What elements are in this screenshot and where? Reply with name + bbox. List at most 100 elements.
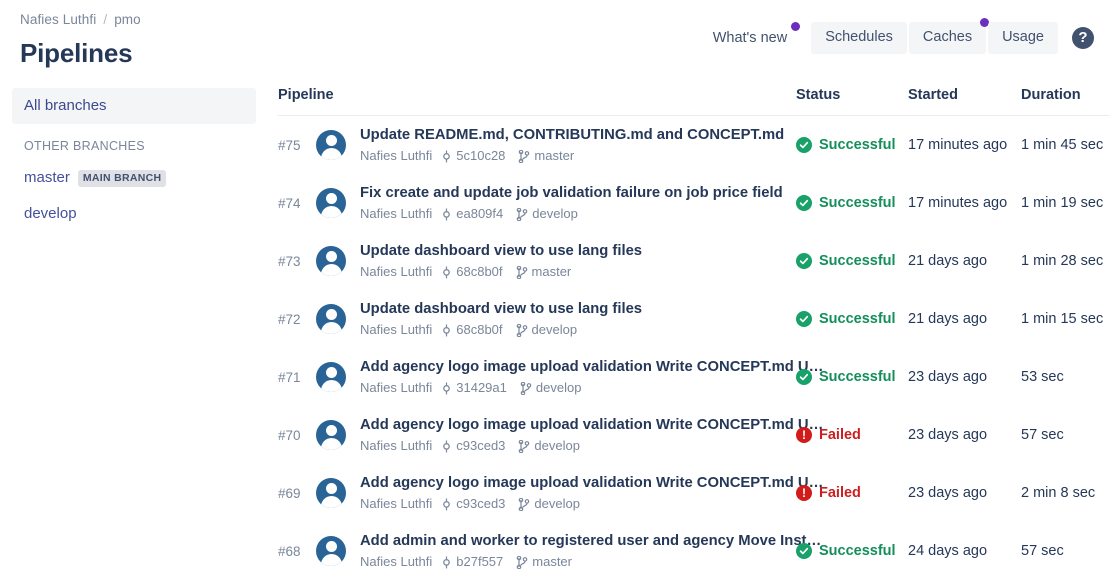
pipeline-title[interactable]: Fix create and update job validation fai… [360, 185, 783, 201]
branch-sidebar: All branches OTHER BRANCHES master MAIN … [0, 76, 256, 573]
pipeline-title[interactable]: Add agency logo image upload validation … [360, 475, 823, 491]
whats-new-link[interactable]: What's new [711, 22, 801, 50]
table-row[interactable]: #69 Add agency logo image upload validati… [278, 464, 1110, 522]
duration-cell: 1 min 15 sec [1021, 310, 1104, 327]
duration-cell: 57 sec [1021, 542, 1064, 559]
sidebar-item-all-branches[interactable]: All branches [12, 88, 256, 124]
started-cell: 24 days ago [908, 542, 988, 559]
status-badge: Successful [819, 369, 896, 385]
branch-icon [518, 497, 534, 511]
branch-name: develop [534, 496, 580, 511]
commit-hash: 5c10c28 [456, 148, 506, 163]
branch-icon [520, 381, 536, 395]
branch-name: master [531, 264, 572, 279]
branch-name: develop [531, 322, 578, 337]
status-badge: Successful [819, 137, 896, 153]
pipeline-run-id: #75 [278, 137, 301, 153]
started-cell: 23 days ago [908, 426, 988, 443]
commit-hash: c93ced3 [456, 438, 506, 453]
commit-link[interactable]: ea809f4 [441, 206, 503, 222]
sidebar-item-master[interactable]: master MAIN BRANCH [12, 160, 256, 196]
branch-name: master [534, 148, 575, 163]
main-branch-badge: MAIN BRANCH [77, 169, 167, 187]
branch-link[interactable]: develop [520, 380, 582, 396]
table-row[interactable]: #72 Update dashboard view to use lang fil… [278, 290, 1110, 348]
commit-link[interactable]: c93ced3 [441, 496, 505, 512]
pipeline-cell: #70 Add agency logo image upload validati… [278, 406, 823, 464]
started-cell: 21 days ago [908, 252, 988, 269]
duration-cell: 1 min 28 sec [1021, 252, 1104, 269]
pipeline-run-id: #72 [278, 311, 301, 327]
commit-link[interactable]: c93ced3 [441, 438, 505, 454]
avatar [316, 304, 346, 334]
whats-new-label: What's new [712, 30, 788, 46]
branch-name: develop [535, 380, 582, 395]
status-success-icon [796, 543, 812, 559]
status-success-icon [796, 253, 812, 269]
commit-link[interactable]: 5c10c28 [441, 148, 505, 164]
pipeline-title[interactable]: Add agency logo image upload validation … [360, 417, 823, 433]
table-row[interactable]: #71 Add agency logo image upload validati… [278, 348, 1110, 406]
caches-button[interactable]: Caches [908, 18, 990, 54]
commit-link[interactable]: 68c8b0f [441, 322, 503, 338]
pipeline-title[interactable]: Update README.md, CONTRIBUTING.md and CO… [360, 127, 784, 143]
column-header-started: Started [908, 76, 1021, 116]
status-failed-icon: ! [796, 485, 812, 501]
started-cell: 21 days ago [908, 310, 988, 327]
branch-icon [518, 149, 534, 163]
branch-link[interactable]: develop [516, 206, 578, 222]
status-cell: Successful [796, 174, 908, 232]
commit-link[interactable]: 68c8b0f [441, 264, 503, 280]
pipeline-cell: #74 Fix create and update job validation … [278, 174, 796, 232]
pipeline-run-id: #74 [278, 195, 301, 211]
sidebar-item-develop[interactable]: develop [12, 196, 256, 232]
commit-hash: 68c8b0f [456, 322, 503, 337]
status-badge: Failed [819, 427, 861, 443]
page-header: Nafies Luthfi / pmo Pipelines What's new S… [0, 0, 1110, 76]
commit-hash: ea809f4 [456, 206, 504, 221]
notification-dot-icon [791, 22, 801, 31]
branch-link[interactable]: develop [516, 322, 578, 338]
branch-link[interactable]: master [516, 554, 572, 570]
duration-cell: 57 sec [1021, 426, 1064, 443]
branch-link[interactable]: master [518, 148, 574, 164]
table-row[interactable]: #74 Fix create and update job validation … [278, 174, 1110, 232]
pipeline-title[interactable]: Update dashboard view to use lang files [360, 301, 642, 317]
table-row[interactable]: #68 Add admin and worker to registered us… [278, 522, 1110, 573]
branch-link[interactable]: develop [518, 496, 580, 512]
avatar [316, 246, 346, 276]
status-badge: Successful [819, 253, 896, 269]
status-cell: Successful [796, 290, 908, 348]
usage-button[interactable]: Usage [988, 22, 1058, 54]
pipeline-title[interactable]: Update dashboard view to use lang files [360, 243, 642, 259]
table-row[interactable]: #70 Add agency logo image upload validati… [278, 406, 1110, 464]
commit-icon [441, 440, 456, 453]
commit-icon [441, 556, 456, 569]
branch-name: master [532, 554, 572, 569]
pipeline-author: Nafies Luthfi [360, 380, 433, 395]
commit-link[interactable]: 31429a1 [441, 380, 507, 396]
pipeline-cell: #75 Update README.md, CONTRIBUTING.md and… [278, 116, 796, 175]
header-actions: What's new Schedules Caches Usage ? [711, 18, 1094, 54]
breadcrumb-repo[interactable]: pmo [114, 12, 141, 27]
help-icon[interactable]: ? [1072, 27, 1094, 49]
commit-icon [441, 150, 456, 163]
pipeline-title[interactable]: Add admin and worker to registered user … [360, 533, 821, 549]
breadcrumb-separator: / [103, 12, 108, 27]
avatar [316, 478, 346, 508]
table-row[interactable]: #75 Update README.md, CONTRIBUTING.md and… [278, 116, 1110, 175]
table-row[interactable]: #73 Update dashboard view to use lang fil… [278, 232, 1110, 290]
duration-cell: 1 min 45 sec [1021, 136, 1104, 153]
branch-link[interactable]: master [516, 264, 572, 280]
column-header-pipeline: Pipeline [278, 76, 796, 116]
schedules-button[interactable]: Schedules [811, 22, 907, 54]
avatar [316, 362, 346, 392]
pipeline-title[interactable]: Add agency logo image upload validation … [360, 359, 823, 375]
branch-icon [516, 323, 532, 337]
pipeline-cell: #72 Update dashboard view to use lang fil… [278, 290, 796, 348]
branch-link[interactable]: develop [518, 438, 580, 454]
commit-link[interactable]: b27f557 [441, 554, 503, 570]
avatar [316, 188, 346, 218]
breadcrumb-workspace[interactable]: Nafies Luthfi [20, 12, 96, 27]
column-header-duration: Duration [1021, 76, 1110, 116]
